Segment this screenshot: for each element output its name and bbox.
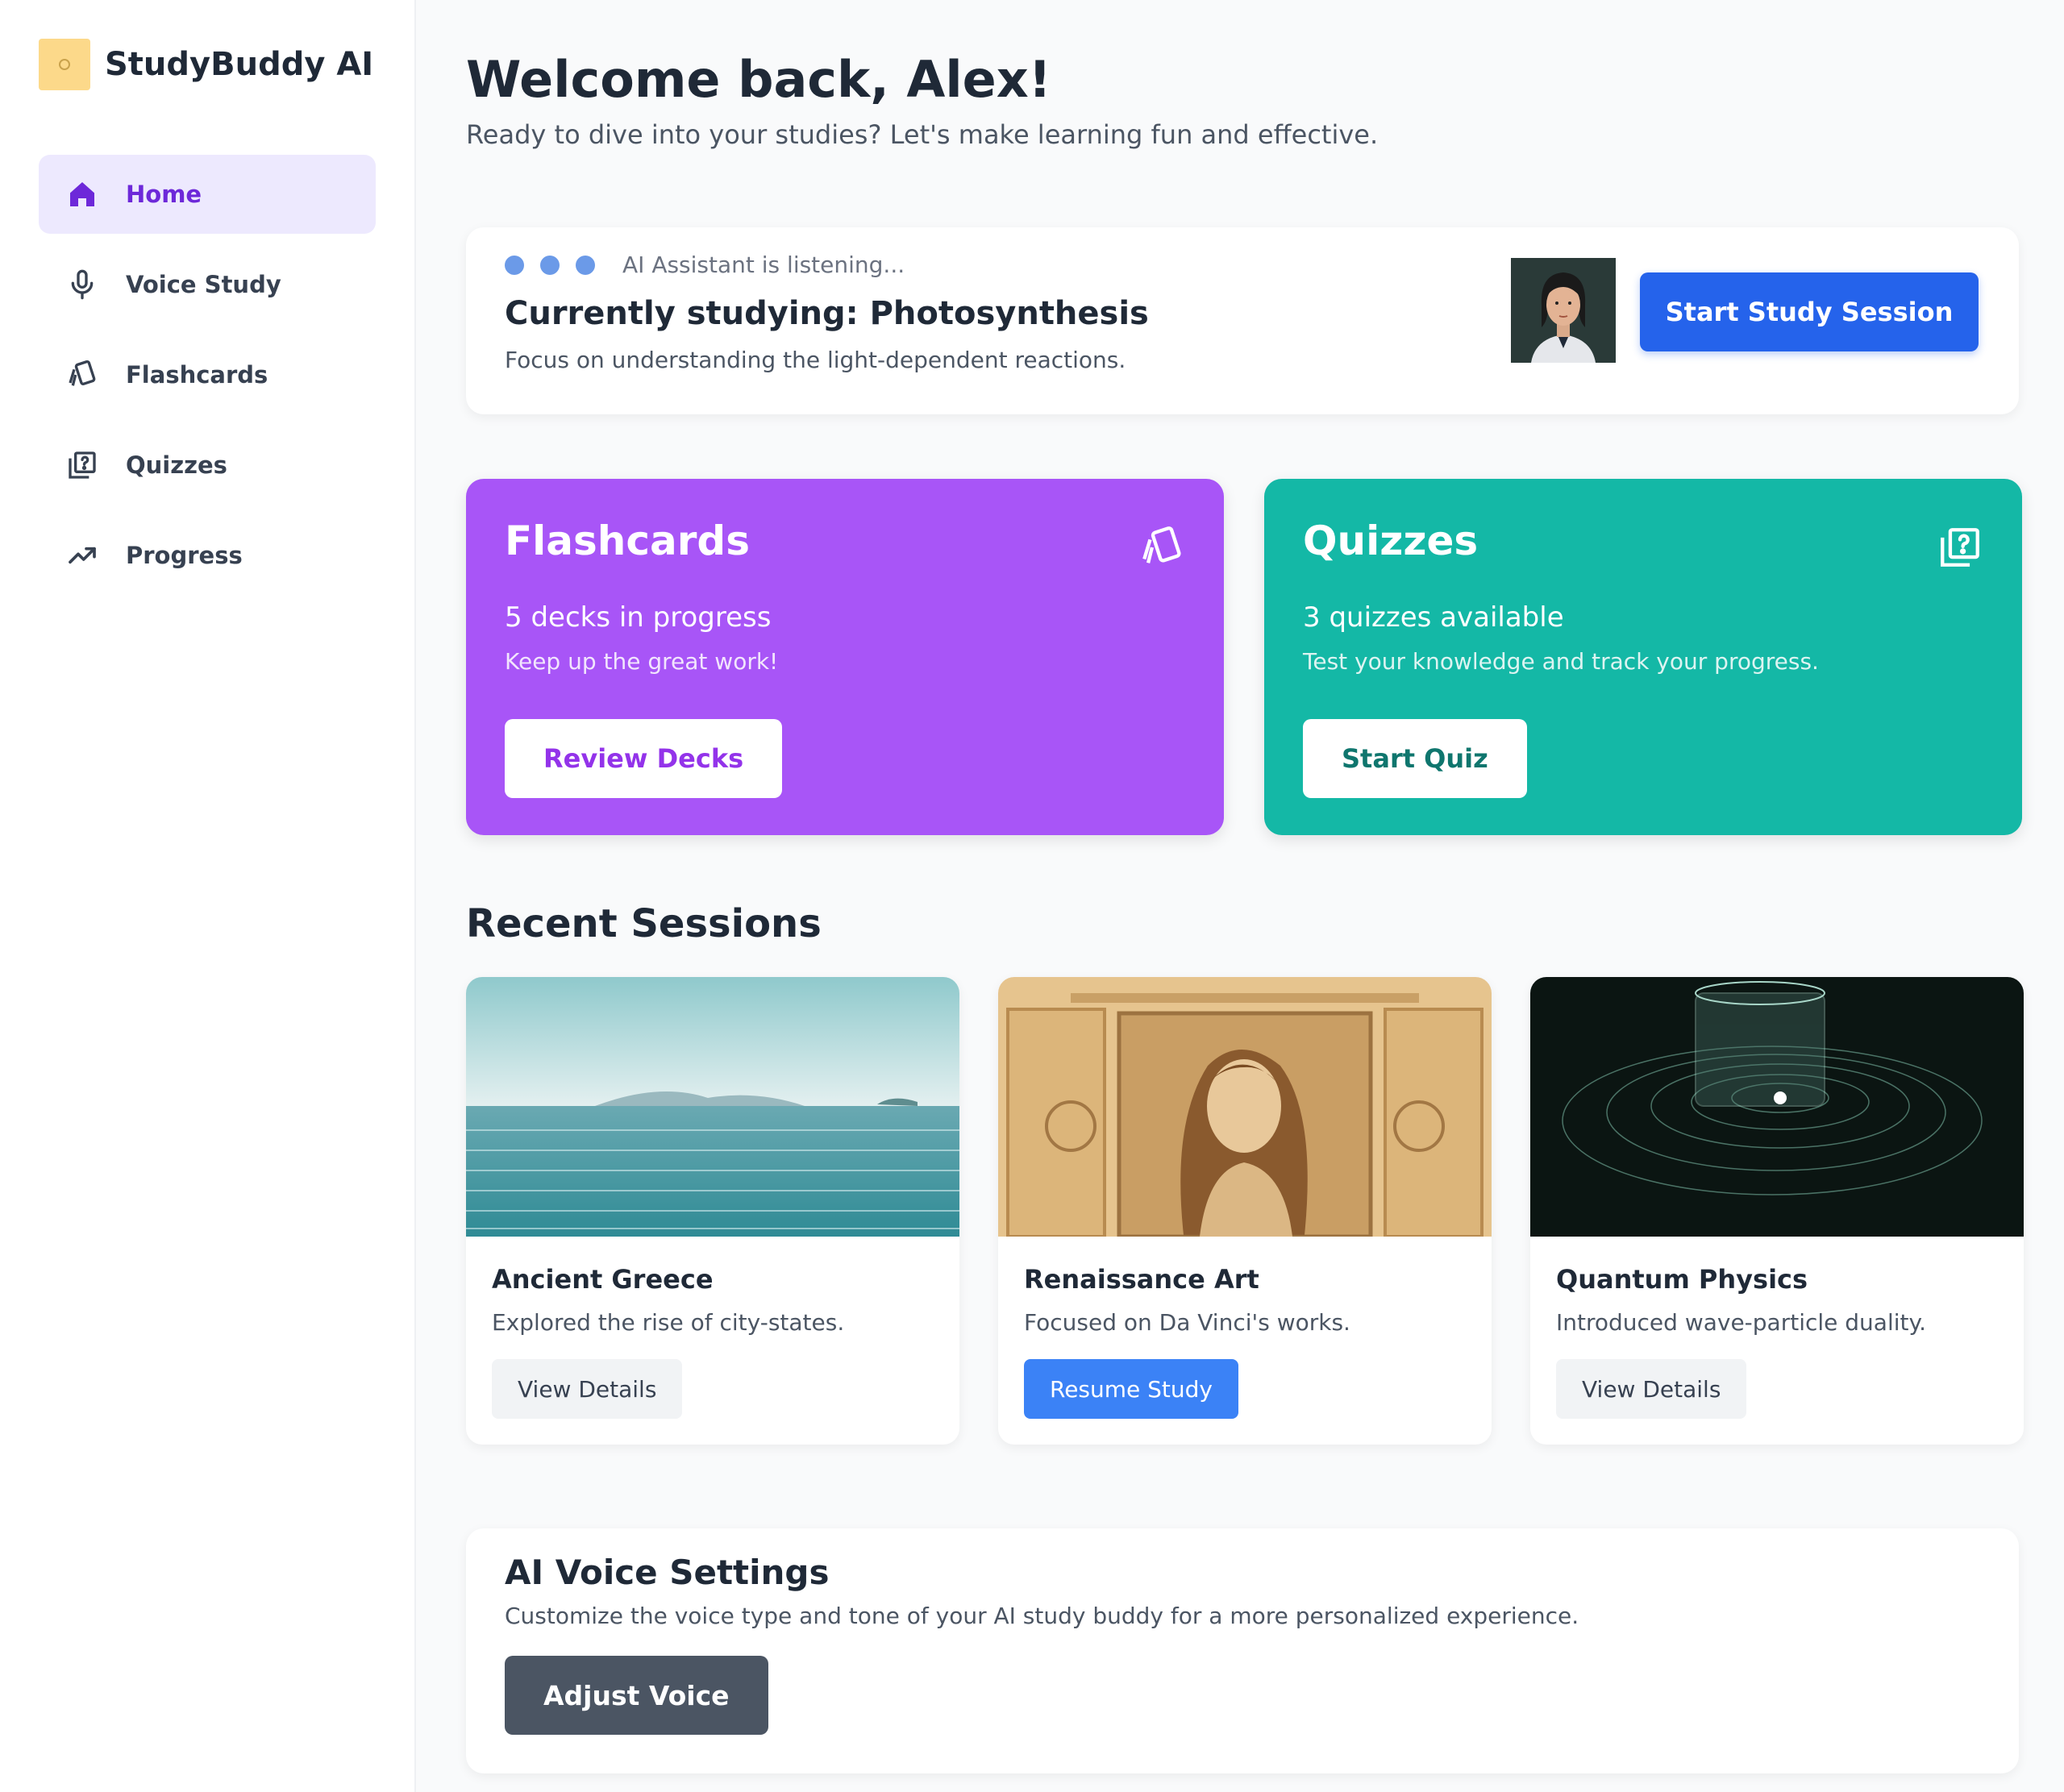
flashcards-description: Keep up the great work!	[505, 648, 779, 675]
current-study-description: Focus on understanding the light-depende…	[505, 347, 1126, 373]
microphone-icon	[66, 268, 98, 301]
sidebar-item-quizzes[interactable]: Quizzes	[39, 426, 376, 505]
recent-sessions-title: Recent Sessions	[466, 901, 822, 946]
trending-up-icon	[66, 539, 98, 572]
sidebar-item-label: Flashcards	[126, 361, 268, 389]
app-logo	[39, 39, 90, 90]
sidebar-nav: Home Voice Study Flashcards Quizzes Prog…	[39, 155, 376, 606]
adjust-voice-button[interactable]: Adjust Voice	[505, 1656, 768, 1735]
session-description: Focused on Da Vinci's works.	[1024, 1309, 1350, 1336]
app-name: StudyBuddy AI	[105, 46, 374, 83]
ai-voice-settings-card: AI Voice Settings Customize the voice ty…	[466, 1528, 2019, 1773]
flashcards-card-title: Flashcards	[505, 518, 750, 564]
quantum-orbit-image	[1530, 977, 2024, 1237]
sidebar: StudyBuddy AI Home Voice Study Flashcard…	[0, 0, 416, 1792]
sidebar-item-label: Quizzes	[126, 451, 227, 479]
brand[interactable]: StudyBuddy AI	[39, 39, 373, 90]
listening-status: AI Assistant is listening...	[622, 252, 905, 278]
resume-study-button[interactable]: Resume Study	[1024, 1359, 1239, 1419]
listening-indicator: AI Assistant is listening...	[505, 252, 905, 278]
quizzes-count: 3 quizzes available	[1303, 601, 1564, 634]
listening-dot	[540, 255, 560, 275]
session-card-ancient-greece[interactable]: Ancient Greece Explored the rise of city…	[466, 977, 959, 1445]
quiz-icon	[1937, 524, 1983, 571]
sidebar-item-label: Progress	[126, 542, 243, 569]
start-quiz-button[interactable]: Start Quiz	[1303, 719, 1527, 798]
listening-dot	[505, 255, 524, 275]
review-decks-button[interactable]: Review Decks	[505, 719, 783, 798]
flashcards-icon	[1138, 524, 1185, 571]
current-study-title: Currently studying: Photosynthesis	[505, 295, 1149, 332]
quizzes-card-title: Quizzes	[1303, 518, 1479, 564]
sidebar-item-home[interactable]: Home	[39, 155, 376, 234]
session-title: Renaissance Art	[1024, 1264, 1259, 1295]
sea-landscape-image	[466, 977, 959, 1237]
page-title: Welcome back, Alex!	[466, 50, 1051, 109]
voice-settings-description: Customize the voice type and tone of you…	[505, 1603, 1579, 1629]
quizzes-card: Quizzes 3 quizzes available Test your kn…	[1264, 479, 2022, 835]
sidebar-item-label: Home	[126, 181, 202, 208]
sidebar-item-flashcards[interactable]: Flashcards	[39, 335, 376, 414]
flashcards-card: Flashcards 5 decks in progress Keep up t…	[466, 479, 1224, 835]
session-description: Introduced wave-particle duality.	[1556, 1309, 1926, 1336]
flashcards-count: 5 decks in progress	[505, 601, 772, 634]
quizzes-description: Test your knowledge and track your progr…	[1303, 648, 1819, 675]
sidebar-item-label: Voice Study	[126, 271, 281, 298]
view-details-button[interactable]: View Details	[1556, 1359, 1747, 1419]
session-title: Quantum Physics	[1556, 1264, 1808, 1295]
view-details-button[interactable]: View Details	[492, 1359, 683, 1419]
current-study-card: AI Assistant is listening... Currently s…	[466, 227, 2019, 414]
voice-settings-title: AI Voice Settings	[505, 1553, 830, 1592]
page-subtitle: Ready to dive into your studies? Let's m…	[466, 119, 1379, 150]
sidebar-item-voice-study[interactable]: Voice Study	[39, 245, 376, 324]
session-card-quantum-physics[interactable]: Quantum Physics Introduced wave-particle…	[1530, 977, 2024, 1445]
start-study-session-button[interactable]: Start Study Session	[1640, 272, 1979, 351]
session-title: Ancient Greece	[492, 1264, 714, 1295]
session-card-renaissance-art[interactable]: Renaissance Art Focused on Da Vinci's wo…	[998, 977, 1492, 1445]
sidebar-item-progress[interactable]: Progress	[39, 516, 376, 595]
session-description: Explored the rise of city-states.	[492, 1309, 845, 1336]
assistant-avatar	[1511, 258, 1616, 363]
flashcards-icon	[66, 359, 98, 391]
renaissance-portrait-image	[998, 977, 1492, 1237]
listening-dot	[576, 255, 595, 275]
home-icon	[66, 178, 98, 210]
quiz-icon	[66, 449, 98, 481]
